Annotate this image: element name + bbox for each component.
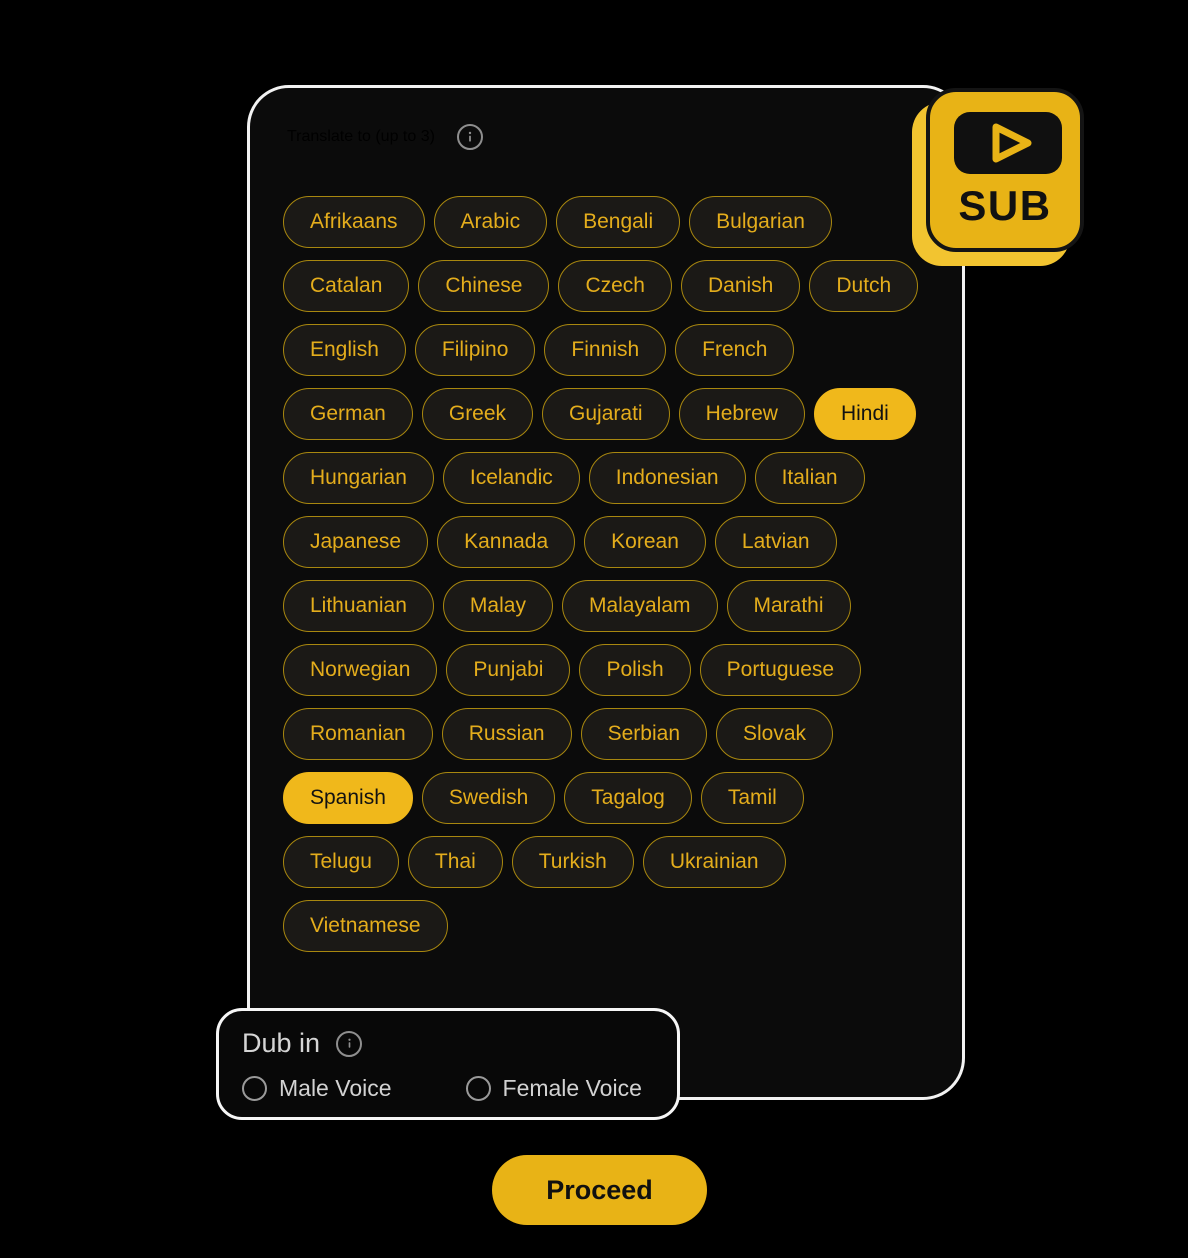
language-pill-norwegian[interactable]: Norwegian bbox=[283, 644, 438, 696]
language-pill-polish[interactable]: Polish bbox=[579, 644, 691, 696]
language-pill-spanish[interactable]: Spanish bbox=[283, 772, 413, 824]
dub-voice-options: Male Voice Female Voice bbox=[242, 1075, 642, 1102]
language-pill-indonesian[interactable]: Indonesian bbox=[588, 452, 746, 504]
translate-info-icon[interactable] bbox=[456, 124, 483, 150]
translate-card: Translate to (up to 3) Afrikaans Arabic Be… bbox=[247, 85, 965, 1100]
language-pill-hindi[interactable]: Hindi bbox=[813, 388, 916, 440]
language-pill-czech[interactable]: Czech bbox=[558, 260, 672, 312]
translate-header: Translate to (up to 3) bbox=[287, 124, 483, 150]
language-pill-korean[interactable]: Korean bbox=[584, 516, 706, 568]
language-pill-dutch[interactable]: Dutch bbox=[809, 260, 919, 312]
language-pill-japanese[interactable]: Japanese bbox=[283, 516, 429, 568]
language-pill-italian[interactable]: Italian bbox=[754, 452, 865, 504]
language-pill-finnish[interactable]: Finnish bbox=[544, 324, 667, 376]
language-pill-french[interactable]: French bbox=[675, 324, 795, 376]
language-pill-filipino[interactable]: Filipino bbox=[414, 324, 536, 376]
proceed-button[interactable]: Proceed bbox=[492, 1155, 707, 1225]
language-pill-tagalog[interactable]: Tagalog bbox=[564, 772, 692, 824]
sub-screen-frame bbox=[954, 112, 1062, 174]
language-pill-turkish[interactable]: Turkish bbox=[511, 836, 634, 888]
dub-title: Dub in bbox=[242, 1028, 321, 1058]
sub-badge-front-layer: SUB bbox=[926, 88, 1084, 252]
play-triangle-icon bbox=[992, 123, 1032, 163]
language-pill-latvian[interactable]: Latvian bbox=[714, 516, 837, 568]
language-pill-greek[interactable]: Greek bbox=[421, 388, 534, 440]
language-pill-thai[interactable]: Thai bbox=[407, 836, 503, 888]
language-pill-danish[interactable]: Danish bbox=[680, 260, 801, 312]
language-pill-marathi[interactable]: Marathi bbox=[726, 580, 851, 632]
language-pill-punjabi[interactable]: Punjabi bbox=[446, 644, 571, 696]
language-pill-lithuanian[interactable]: Lithuanian bbox=[283, 580, 434, 632]
language-pill-russian[interactable]: Russian bbox=[441, 708, 572, 760]
language-pill-german[interactable]: German bbox=[283, 388, 413, 440]
dub-panel: Dub in Male Voice Female Voice bbox=[216, 1008, 680, 1120]
language-pill-gujarati[interactable]: Gujarati bbox=[542, 388, 670, 440]
language-pill-ukrainian[interactable]: Ukrainian bbox=[642, 836, 786, 888]
language-pill-serbian[interactable]: Serbian bbox=[580, 708, 707, 760]
dub-header: Dub in bbox=[242, 1028, 363, 1059]
language-pill-telugu[interactable]: Telugu bbox=[283, 836, 399, 888]
language-pill-portuguese[interactable]: Portuguese bbox=[699, 644, 862, 696]
language-pill-malayalam[interactable]: Malayalam bbox=[561, 580, 718, 632]
dub-option-label: Male Voice bbox=[279, 1075, 392, 1101]
dub-info-icon[interactable] bbox=[336, 1030, 363, 1057]
language-pill-english[interactable]: English bbox=[283, 324, 406, 376]
page-title: Translate to (up to 3) bbox=[287, 128, 435, 145]
language-pill-afrikaans[interactable]: Afrikaans bbox=[283, 196, 425, 248]
sub-badge: SUB bbox=[912, 88, 1084, 266]
language-pill-chinese[interactable]: Chinese bbox=[418, 260, 550, 312]
radio-icon[interactable] bbox=[465, 1076, 491, 1101]
language-pill-bengali[interactable]: Bengali bbox=[556, 196, 681, 248]
dub-option-male-voice[interactable]: Male Voice bbox=[242, 1075, 392, 1102]
radio-icon[interactable] bbox=[242, 1076, 267, 1101]
language-pill-tamil[interactable]: Tamil bbox=[700, 772, 804, 824]
language-pill-swedish[interactable]: Swedish bbox=[421, 772, 556, 824]
language-pill-romanian[interactable]: Romanian bbox=[283, 708, 433, 760]
language-pill-slovak[interactable]: Slovak bbox=[716, 708, 834, 760]
language-pill-catalan[interactable]: Catalan bbox=[283, 260, 410, 312]
dub-option-female-voice[interactable]: Female Voice bbox=[465, 1075, 642, 1102]
dub-option-label: Female Voice bbox=[502, 1075, 642, 1101]
sub-badge-label: SUB bbox=[958, 182, 1052, 229]
language-pill-arabic[interactable]: Arabic bbox=[433, 196, 548, 248]
language-list: Afrikaans Arabic Bengali Bulgarian Catalan Ch… bbox=[283, 196, 928, 952]
language-pill-bulgarian[interactable]: Bulgarian bbox=[689, 196, 832, 248]
language-pill-icelandic[interactable]: Icelandic bbox=[442, 452, 580, 504]
language-pill-kannada[interactable]: Kannada bbox=[437, 516, 576, 568]
language-pill-vietnamese[interactable]: Vietnamese bbox=[283, 900, 448, 952]
language-pill-hungarian[interactable]: Hungarian bbox=[283, 452, 434, 504]
language-pill-hebrew[interactable]: Hebrew bbox=[678, 388, 805, 440]
language-pill-malay[interactable]: Malay bbox=[442, 580, 553, 632]
